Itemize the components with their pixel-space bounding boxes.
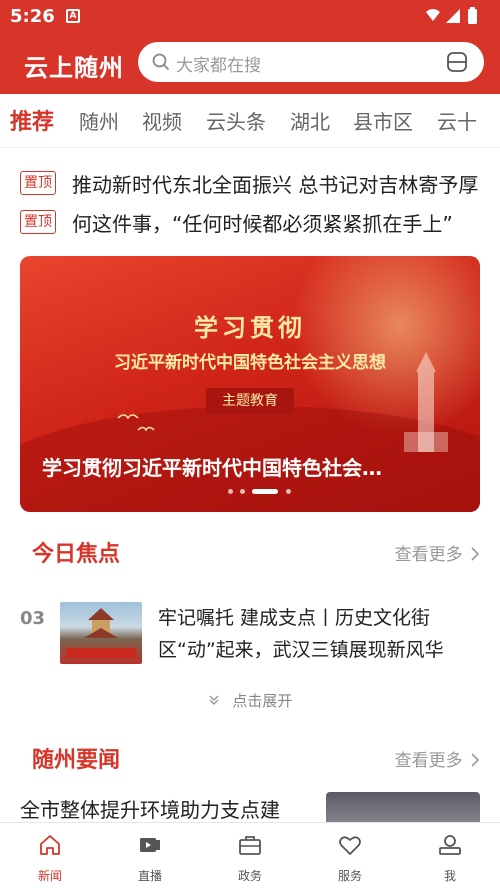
search-icon	[152, 53, 170, 71]
nav-service[interactable]: 服务	[300, 823, 400, 888]
signal-icon	[446, 9, 460, 23]
nav-label: 我	[443, 869, 456, 883]
pinned-title: 推动新时代东北全面振兴 总书记对吉林寄予厚	[72, 173, 479, 197]
news-rank: 03	[20, 608, 46, 629]
pinned-item[interactable]: 置顶 推动新时代东北全面振兴 总书记对吉林寄予厚	[0, 167, 500, 199]
pagoda-image	[66, 608, 136, 658]
banner-carousel[interactable]: 学习贯彻 习近平新时代中国特色社会主义思想 主题教育 学习贯彻习近平新时代中国特…	[20, 256, 480, 512]
nav-label: 服务	[337, 869, 362, 883]
carousel-indicator	[228, 487, 308, 495]
notification-badge: A	[66, 9, 80, 23]
news-thumbnail	[60, 602, 142, 664]
scan-icon[interactable]	[446, 51, 468, 73]
nav-label: 政务	[237, 869, 262, 883]
see-more-local[interactable]: 查看更多	[395, 746, 480, 771]
news-title: 全市整体提升环境助力支点建	[20, 798, 280, 822]
see-more-label: 查看更多	[394, 751, 463, 771]
app-screen: 5:26 A 云上随州 大家都在搜 推荐 随州 视频 云头条 湖北 县市区 云十…	[0, 0, 500, 888]
home-icon	[40, 835, 60, 855]
tab-video[interactable]: 视频	[142, 106, 182, 135]
carousel-dot	[240, 489, 245, 494]
battery-icon	[468, 7, 477, 24]
tab-suizhou[interactable]: 随州	[79, 106, 119, 135]
tab-recommend[interactable]: 推荐	[10, 104, 54, 136]
banner-title: 学习贯彻	[194, 314, 306, 342]
section-title-local: 随州要闻	[32, 748, 121, 773]
pinned-badge: 置顶	[20, 210, 56, 234]
expand-label: 点击展开	[232, 692, 293, 710]
tab-headlines[interactable]: 云头条	[206, 106, 266, 135]
status-bar: 5:26 A	[0, 0, 500, 34]
bottom-navigation: 新闻 直播 政务 服务 我	[0, 822, 500, 888]
user-icon	[439, 835, 461, 855]
app-header: 云上随州 大家都在搜	[0, 40, 500, 86]
channel-tabs: 推荐 随州 视频 云头条 湖北 县市区 云十	[0, 94, 500, 148]
see-more-focus[interactable]: 查看更多	[395, 540, 480, 565]
search-bar[interactable]: 大家都在搜	[138, 42, 484, 82]
carousel-dot-active	[252, 489, 278, 494]
pinned-item[interactable]: 置顶 何这件事，“任何时候都必须紧紧抓在手上”	[0, 206, 500, 238]
banner-tag: 主题教育	[206, 388, 294, 414]
nav-label: 新闻	[37, 869, 62, 883]
section-title-focus: 今日焦点	[32, 542, 121, 567]
chevron-right-icon	[471, 753, 480, 767]
banner-caption: 学习贯彻习近平新时代中国特色社会…	[42, 456, 382, 480]
status-icons	[426, 7, 477, 24]
news-title: 牢记嘱托 建成支点丨历史文化街区“动”起来，武汉三镇展现新风华	[158, 607, 444, 661]
carousel-dot	[228, 489, 233, 494]
briefcase-icon	[239, 836, 261, 855]
nav-label: 直播	[137, 869, 162, 883]
live-icon	[140, 838, 160, 852]
double-chevron-down-icon	[209, 695, 219, 705]
heart-icon	[339, 836, 361, 855]
nav-news[interactable]: 新闻	[0, 823, 100, 888]
wifi-icon	[426, 9, 440, 21]
chevron-right-icon	[471, 547, 480, 561]
carousel-dot	[286, 489, 291, 494]
nav-live[interactable]: 直播	[100, 823, 200, 888]
status-time: 5:26	[10, 6, 55, 27]
tab-counties[interactable]: 县市区	[353, 106, 413, 135]
expand-button[interactable]: 点击展开	[0, 690, 500, 711]
see-more-label: 查看更多	[394, 545, 463, 565]
pinned-badge: 置顶	[20, 171, 56, 195]
tab-cloud[interactable]: 云十	[437, 106, 477, 135]
app-logo: 云上随州	[24, 53, 124, 82]
nav-government[interactable]: 政务	[200, 823, 300, 888]
search-placeholder: 大家都在搜	[176, 56, 261, 76]
banner-subtitle: 习近平新时代中国特色社会主义思想	[114, 353, 386, 373]
birds-icon	[117, 414, 155, 432]
nav-me[interactable]: 我	[400, 823, 500, 888]
tab-hubei[interactable]: 湖北	[290, 106, 330, 135]
pinned-title: 何这件事，“任何时候都必须紧紧抓在手上”	[72, 212, 453, 236]
